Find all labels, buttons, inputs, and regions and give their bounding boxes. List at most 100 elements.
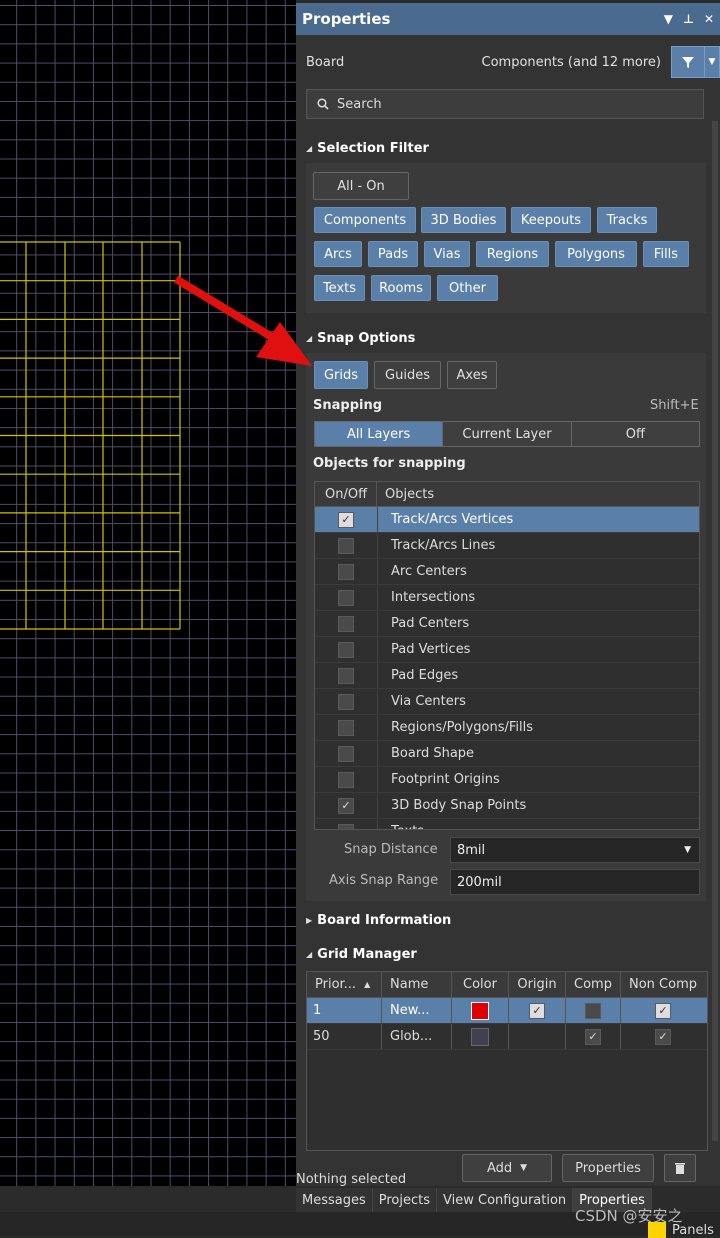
pcb-canvas[interactable] bbox=[0, 0, 296, 1186]
mode-all-layers[interactable]: All Layers bbox=[315, 422, 443, 446]
objects-for-snapping-label: Objects for snapping bbox=[313, 456, 466, 471]
chevron-down-icon: ▼ bbox=[520, 1163, 528, 1173]
col-color[interactable]: Color bbox=[452, 972, 509, 997]
panel-scrollbar[interactable] bbox=[712, 121, 718, 1141]
properties-button[interactable]: Properties bbox=[562, 1154, 654, 1182]
snap-object-checkbox[interactable] bbox=[338, 693, 354, 710]
snap-object-checkbox[interactable] bbox=[338, 641, 354, 658]
col-objects[interactable]: Objects bbox=[377, 482, 699, 506]
col-non-comp[interactable]: Non Comp bbox=[621, 972, 705, 997]
snap-object-checkbox[interactable]: ✓ bbox=[338, 797, 354, 814]
snap-object-name: Track/Arcs Lines bbox=[391, 538, 496, 553]
snap-object-row[interactable]: Texts bbox=[315, 819, 699, 829]
snap-options-header[interactable]: ◢ Snap Options bbox=[306, 331, 415, 346]
snap-object-name: Arc Centers bbox=[391, 564, 467, 579]
col-priority[interactable]: Prior... ▲ bbox=[307, 972, 382, 997]
snap-object-checkbox[interactable] bbox=[338, 563, 354, 580]
snap-object-checkbox[interactable] bbox=[338, 771, 354, 788]
snap-object-row[interactable]: Pad Centers bbox=[315, 611, 699, 637]
snap-object-row[interactable]: Pad Vertices bbox=[315, 637, 699, 663]
tab-projects[interactable]: Projects bbox=[372, 1188, 438, 1212]
snap-object-checkbox[interactable] bbox=[338, 589, 354, 606]
snap-object-row[interactable]: Intersections bbox=[315, 585, 699, 611]
snap-object-row[interactable]: Pad Edges bbox=[315, 663, 699, 689]
snap-object-row[interactable]: ✓ 3D Body Snap Points bbox=[315, 793, 699, 819]
filter-vias[interactable]: Vias bbox=[424, 241, 470, 267]
col-comp[interactable]: Comp bbox=[566, 972, 621, 997]
dropdown-icon[interactable]: ▼ bbox=[664, 12, 673, 26]
filter-pads[interactable]: Pads bbox=[368, 241, 418, 267]
delete-button[interactable] bbox=[664, 1154, 696, 1182]
grid-name: Glob... bbox=[382, 1024, 452, 1049]
filter-fills[interactable]: Fills bbox=[643, 241, 689, 267]
origin-checkbox[interactable]: ✓ bbox=[529, 1002, 545, 1019]
add-button[interactable]: Add ▼ bbox=[462, 1154, 552, 1182]
properties-panel: Properties ▼ ⊥ ✕ Board Components (and 1… bbox=[296, 3, 720, 1186]
col-origin[interactable]: Origin bbox=[509, 972, 566, 997]
tab-messages[interactable]: Messages bbox=[296, 1188, 373, 1212]
grid-row[interactable]: 1 New... ✓ ✓ bbox=[307, 998, 707, 1024]
snap-object-row[interactable]: Regions/Polygons/Fills bbox=[315, 715, 699, 741]
snap-object-row[interactable]: Board Shape bbox=[315, 741, 699, 767]
col-name[interactable]: Name bbox=[382, 972, 452, 997]
color-swatch[interactable] bbox=[471, 1027, 489, 1046]
filter-button[interactable] bbox=[671, 46, 705, 78]
grids-button[interactable]: Grids bbox=[314, 361, 368, 389]
chevron-down-icon: ▼ bbox=[684, 845, 691, 855]
snap-object-row[interactable]: Via Centers bbox=[315, 689, 699, 715]
snap-object-name: 3D Body Snap Points bbox=[391, 798, 527, 813]
snap-object-checkbox[interactable]: ✓ bbox=[338, 511, 354, 528]
snap-distance-select[interactable]: 8mil ▼ bbox=[450, 837, 700, 863]
pin-icon[interactable]: ⊥ bbox=[683, 12, 694, 26]
color-swatch[interactable] bbox=[471, 1001, 489, 1020]
grid-row[interactable]: 50 Glob... ✓ ✓ bbox=[307, 1024, 707, 1050]
snap-object-row[interactable]: Track/Arcs Lines bbox=[315, 533, 699, 559]
snap-object-name: Via Centers bbox=[391, 694, 466, 709]
filter-arcs[interactable]: Arcs bbox=[314, 241, 362, 267]
filter-texts[interactable]: Texts bbox=[314, 275, 365, 301]
snap-object-row[interactable]: Arc Centers bbox=[315, 559, 699, 585]
snap-object-checkbox[interactable] bbox=[338, 615, 354, 632]
axes-button[interactable]: Axes bbox=[447, 361, 497, 389]
non-comp-checkbox[interactable]: ✓ bbox=[655, 1028, 671, 1045]
grid-manager-header[interactable]: ◢ Grid Manager bbox=[306, 947, 417, 962]
snap-object-checkbox[interactable] bbox=[338, 719, 354, 736]
filter-tracks[interactable]: Tracks bbox=[597, 207, 657, 233]
snap-object-checkbox[interactable] bbox=[338, 745, 354, 762]
axis-snap-range-input[interactable]: 200mil bbox=[450, 869, 700, 895]
filter-polygons[interactable]: Polygons bbox=[555, 241, 637, 267]
snap-object-name: Regions/Polygons/Fills bbox=[391, 720, 534, 735]
selection-filter-header[interactable]: ◢ Selection Filter bbox=[306, 141, 429, 156]
search-box[interactable] bbox=[306, 89, 704, 119]
snap-object-row[interactable]: Footprint Origins bbox=[315, 767, 699, 793]
guides-button[interactable]: Guides bbox=[374, 361, 441, 389]
snap-distance-label: Snap Distance bbox=[344, 842, 438, 857]
mode-current-layer[interactable]: Current Layer bbox=[442, 422, 571, 446]
tab-view-configuration[interactable]: View Configuration bbox=[437, 1188, 574, 1212]
snap-object-checkbox[interactable] bbox=[338, 667, 354, 684]
board-information-header[interactable]: ▶ Board Information bbox=[306, 913, 451, 928]
search-input[interactable] bbox=[335, 95, 679, 113]
comp-checkbox[interactable] bbox=[585, 1002, 601, 1019]
mode-off[interactable]: Off bbox=[570, 422, 699, 446]
filter-3d-bodies[interactable]: 3D Bodies bbox=[421, 207, 506, 233]
filter-dropdown[interactable]: ▼ bbox=[705, 46, 720, 78]
filter-components[interactable]: Components bbox=[314, 207, 416, 233]
filter-keepouts[interactable]: Keepouts bbox=[511, 207, 591, 233]
close-icon[interactable]: ✕ bbox=[704, 12, 714, 26]
comp-checkbox[interactable]: ✓ bbox=[585, 1028, 601, 1045]
snap-object-row[interactable]: ✓ Track/Arcs Vertices bbox=[315, 507, 699, 533]
snap-object-checkbox[interactable] bbox=[338, 537, 354, 554]
selection-filter-box: All - On Components 3D Bodies Keepouts T… bbox=[306, 163, 706, 313]
components-label: Components (and 12 more) bbox=[481, 54, 661, 70]
all-on-button[interactable]: All - On bbox=[313, 172, 409, 200]
filter-rooms[interactable]: Rooms bbox=[371, 275, 431, 301]
col-onoff[interactable]: On/Off bbox=[315, 482, 377, 506]
snap-objects-table: On/Off Objects ✓ Track/Arcs Vertices Track… bbox=[314, 481, 700, 830]
trash-icon bbox=[675, 1162, 685, 1174]
filter-other[interactable]: Other bbox=[437, 275, 498, 301]
non-comp-checkbox[interactable]: ✓ bbox=[655, 1002, 671, 1019]
board-label: Board bbox=[306, 54, 345, 70]
snap-object-checkbox[interactable] bbox=[338, 823, 354, 829]
filter-regions[interactable]: Regions bbox=[476, 241, 549, 267]
